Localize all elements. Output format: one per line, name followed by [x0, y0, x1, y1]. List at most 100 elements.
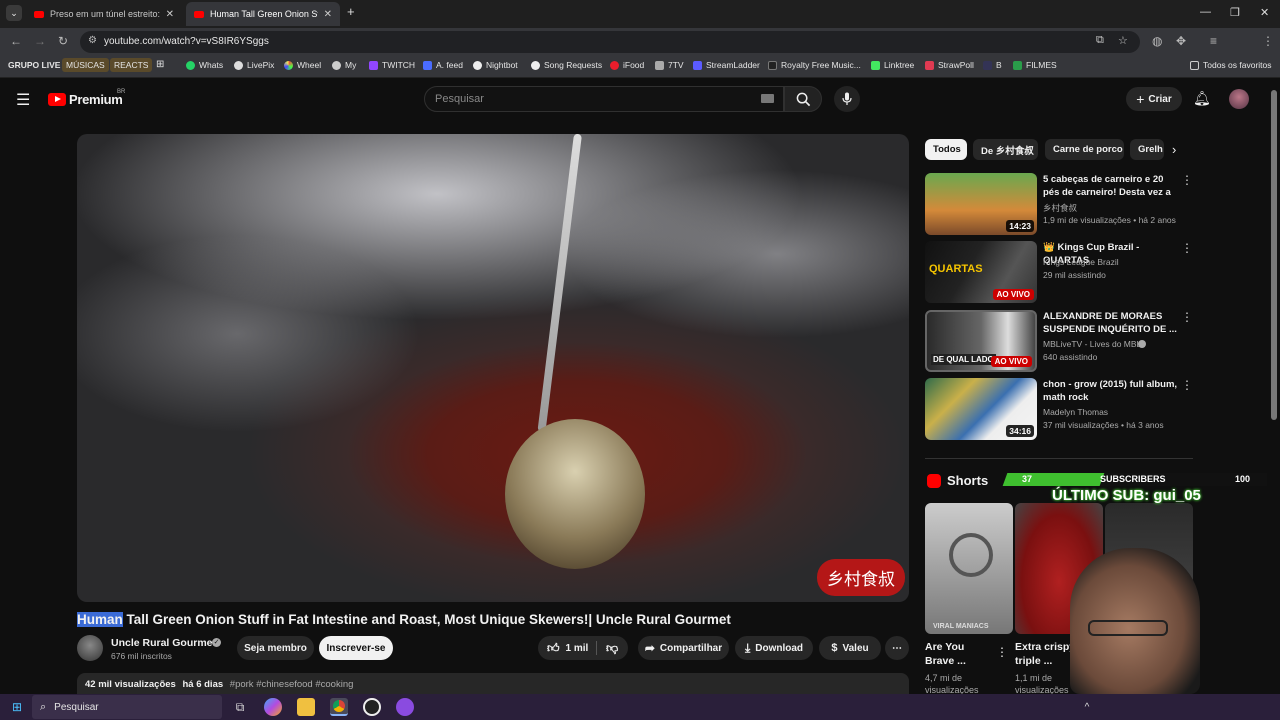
bookmark-b[interactable]: B	[983, 60, 1002, 70]
like-icon[interactable]: 👍︎	[547, 641, 560, 656]
subscribe-button[interactable]: Inscrever-se	[319, 636, 393, 660]
bookmark-grupo-live[interactable]: GRUPO LIVE	[8, 60, 60, 70]
tab-preso-tunel[interactable]: Preso em um túnel estreito: A T ✕	[26, 2, 182, 26]
bookmark-streamladder[interactable]: StreamLadder	[693, 60, 760, 70]
short-title[interactable]: Are You Brave ...	[925, 640, 966, 668]
bookmark-song-requests[interactable]: Song Requests	[531, 60, 602, 70]
filter-channel[interactable]: De 乡村食叔	[973, 139, 1038, 160]
task-view-icon[interactable]: ⧉	[231, 698, 249, 716]
short-thumbnail[interactable]: VIRAL MANIACS	[925, 503, 1013, 634]
bookmark-strawpoll[interactable]: StrawPoll	[925, 60, 974, 70]
youtube-logo-icon[interactable]	[48, 93, 66, 106]
copilot-icon[interactable]	[264, 698, 282, 716]
video-thumbnail[interactable]: 34:16	[925, 378, 1037, 440]
recommendation-title[interactable]: ALEXANDRE DE MORAES SUSPENDE INQUÉRITO D…	[1043, 310, 1181, 336]
recommendation-item[interactable]: DE QUAL LADO AO VIVO ALEXANDRE DE MORAES…	[925, 310, 1195, 372]
extensions-puzzle-icon[interactable]: ✥	[1176, 34, 1186, 48]
create-button[interactable]: + Criar	[1126, 87, 1182, 111]
dislike-icon[interactable]: 👎︎	[606, 641, 618, 656]
bookmark-a-feed[interactable]: A. feed	[423, 60, 463, 70]
system-tray-chevron-icon[interactable]: ^	[1078, 698, 1096, 716]
search-button[interactable]	[784, 86, 822, 112]
page-scrollbar-thumb[interactable]	[1271, 90, 1277, 420]
tab-search-icon[interactable]: ⌄	[6, 5, 22, 21]
more-actions-button[interactable]: ⋯	[885, 636, 909, 660]
install-app-icon[interactable]: ⧉	[1096, 34, 1104, 47]
recommendation-title[interactable]: chon - grow (2015) full album, math rock	[1043, 378, 1181, 404]
join-button[interactable]: Seja membro	[237, 636, 314, 660]
recommendation-channel[interactable]: MBLiveTV - Lives do MBL	[1043, 339, 1141, 349]
bookmark-filmes[interactable]: FILMES	[1013, 60, 1057, 70]
filter-todos[interactable]: Todos	[925, 139, 967, 160]
restore-icon[interactable]: ❐	[1230, 6, 1240, 19]
chevron-right-icon[interactable]: ›	[1172, 142, 1176, 157]
tab-close-icon[interactable]: ✕	[166, 9, 174, 20]
bookmark-whats[interactable]: Whats	[186, 60, 223, 70]
download-button[interactable]: ⤓ Download	[735, 636, 813, 660]
bookmark-my[interactable]: My	[332, 60, 356, 70]
more-options-icon[interactable]: ⋮	[996, 645, 1008, 659]
video-thumbnail[interactable]: DE QUAL LADO AO VIVO	[925, 310, 1037, 372]
window-close-icon[interactable]: ✕	[1260, 6, 1269, 19]
filter-carne-de-porco[interactable]: Carne de porco	[1045, 139, 1124, 160]
site-info-icon[interactable]: ⚙	[88, 35, 97, 46]
bookmark-royalty-free-music[interactable]: Royalty Free Music...	[768, 60, 861, 70]
back-arrow-icon[interactable]: ←	[10, 34, 22, 48]
recommendation-item[interactable]: 34:16 chon - grow (2015) full album, mat…	[925, 378, 1195, 440]
streaming-app-icon[interactable]	[396, 698, 414, 716]
reload-icon[interactable]: ↻	[58, 34, 68, 48]
reading-list-icon[interactable]: ≡	[1210, 34, 1217, 48]
obs-icon[interactable]	[363, 698, 381, 716]
recommendation-channel[interactable]: Kings League Brazil	[1043, 257, 1119, 267]
chrome-icon[interactable]	[330, 698, 348, 716]
all-bookmarks-folder[interactable]: Todos os favoritos	[1190, 60, 1272, 70]
thanks-button[interactable]: $ Valeu	[819, 636, 881, 660]
voice-search-button[interactable]	[834, 86, 860, 112]
taskbar-search[interactable]: ⌕ Pesquisar	[32, 695, 222, 719]
minimize-icon[interactable]: —	[1200, 6, 1211, 18]
bookmark-nightbot[interactable]: Nightbot	[473, 60, 518, 70]
recommendation-item[interactable]: QUARTAS AO VIVO 👑 Kings Cup Brazil - QUA…	[925, 241, 1195, 303]
bookmark-livepix[interactable]: LivePix	[234, 60, 274, 70]
bookmark-reacts[interactable]: REACTS	[110, 58, 153, 72]
channel-name[interactable]: Uncle Rural Gourmet	[111, 637, 216, 649]
address-bar[interactable]: ⚙ youtube.com/watch?v=vS8IR6YSggs ⧉ ☆	[80, 31, 1140, 53]
tab-human-tall-green-onion[interactable]: Human Tall Green Onion Stuff i ✕	[186, 2, 340, 26]
recommendation-title[interactable]: 5 cabeças de carneiro e 20 pés de carnei…	[1043, 173, 1181, 199]
file-explorer-icon[interactable]	[297, 698, 315, 716]
video-thumbnail[interactable]: QUARTAS AO VIVO	[925, 241, 1037, 303]
bookmark-wheel[interactable]: Wheel	[284, 60, 321, 70]
short-title[interactable]: Extra crispy triple ...	[1015, 640, 1075, 668]
recommendation-channel[interactable]: Madelyn Thomas	[1043, 407, 1108, 417]
bookmark-twitch[interactable]: TWITCH	[369, 60, 415, 70]
tab-close-icon[interactable]: ✕	[324, 9, 332, 20]
bookmark-star-icon[interactable]: ☆	[1118, 34, 1128, 47]
search-input[interactable]	[425, 87, 725, 111]
bookmark-musicas[interactable]: MÚSICAS	[62, 58, 109, 72]
hashtags[interactable]: #pork #chinesefood #cooking	[230, 679, 354, 690]
hamburger-menu-icon[interactable]: ☰	[16, 90, 30, 110]
more-options-icon[interactable]: ⋮	[1181, 241, 1193, 255]
video-thumbnail[interactable]: 14:23	[925, 173, 1037, 235]
keyboard-icon[interactable]	[761, 94, 774, 103]
bookmark-7tv[interactable]: 7TV	[655, 60, 684, 70]
notifications-bell-icon[interactable]: 🔔︎	[1193, 90, 1211, 107]
more-options-icon[interactable]: ⋮	[1181, 173, 1193, 187]
bookmark-ifood[interactable]: iFood	[610, 60, 644, 70]
bookmark-linktree[interactable]: Linktree	[871, 60, 914, 70]
more-options-icon[interactable]: ⋮	[1181, 378, 1193, 392]
browser-menu-icon[interactable]: ⋮	[1262, 34, 1274, 48]
youtube-premium-label[interactable]: Premium	[69, 92, 123, 107]
video-player[interactable]: 乡村食叔	[77, 134, 909, 602]
more-options-icon[interactable]: ⋮	[1181, 310, 1193, 324]
forward-arrow-icon[interactable]: →	[34, 34, 46, 48]
share-button[interactable]: ➦ Compartilhar	[638, 636, 729, 660]
apps-grid-icon[interactable]: ⊞	[156, 59, 164, 70]
channel-avatar[interactable]	[77, 635, 103, 661]
windows-start-icon[interactable]: ⊞	[8, 698, 26, 716]
recommendation-item[interactable]: 14:23 5 cabeças de carneiro e 20 pés de …	[925, 173, 1195, 235]
extension-shield-icon[interactable]: ◍	[1152, 34, 1162, 48]
recommendation-channel[interactable]: 乡村食叔	[1043, 202, 1077, 214]
filter-grelha[interactable]: Grelh	[1130, 139, 1164, 160]
account-avatar[interactable]	[1229, 89, 1249, 109]
